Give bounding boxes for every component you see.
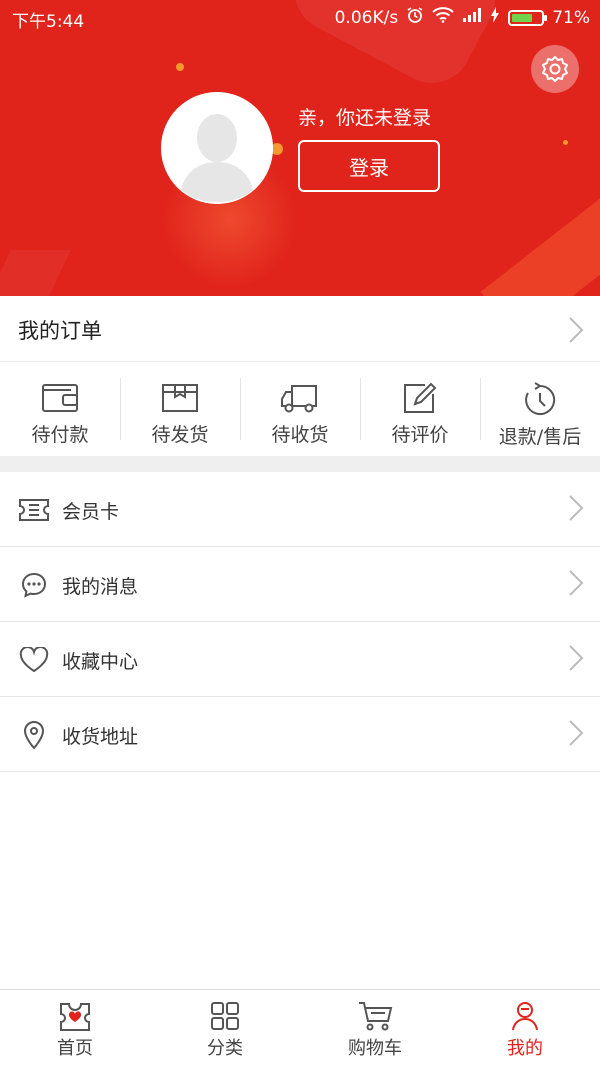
nav-label: 购物车 xyxy=(348,1038,402,1059)
menu-item-label: 收货地址 xyxy=(62,726,139,748)
profile-header: 下午5:44 0.06K/s 71% 亲，你还未登录 登录 xyxy=(0,0,600,296)
network-speed: 0.06K/s xyxy=(334,7,399,28)
home-icon xyxy=(60,1003,90,1031)
decoration-dot xyxy=(176,63,184,71)
order-item-label: 待发货 xyxy=(151,424,209,446)
chevron-right-icon xyxy=(568,494,584,526)
heart-icon xyxy=(18,644,50,676)
order-pending-shipment[interactable]: 待发货 xyxy=(120,362,240,456)
box-icon xyxy=(162,384,198,412)
menu-item-messages[interactable]: 我的消息 xyxy=(0,547,600,622)
chevron-right-icon xyxy=(568,644,584,676)
status-bar: 下午5:44 0.06K/s 71% xyxy=(0,0,600,34)
wallet-icon xyxy=(42,384,78,412)
order-status-bar: 待付款 待发货 待收货 待评价 退款/售后 xyxy=(0,362,600,456)
status-time: 下午5:44 xyxy=(12,12,85,32)
order-pending-receipt[interactable]: 待收货 xyxy=(240,362,360,456)
nav-category[interactable]: 分类 xyxy=(150,990,300,1067)
signal-icon xyxy=(462,7,482,28)
settings-button[interactable] xyxy=(531,45,579,93)
member-card-icon xyxy=(18,494,50,526)
order-item-label: 待付款 xyxy=(31,424,89,446)
nav-home[interactable]: 首页 xyxy=(0,990,150,1067)
nav-label: 分类 xyxy=(207,1038,243,1059)
nav-cart[interactable]: 购物车 xyxy=(300,990,450,1067)
decoration-shape xyxy=(0,250,71,296)
order-pending-review[interactable]: 待评价 xyxy=(360,362,480,456)
chevron-right-icon xyxy=(568,569,584,601)
gear-icon xyxy=(542,56,568,82)
order-item-label: 退款/售后 xyxy=(498,426,582,448)
avatar[interactable] xyxy=(161,92,273,204)
my-orders-row[interactable]: 我的订单 xyxy=(0,296,600,362)
refund-icon xyxy=(525,382,556,415)
truck-icon xyxy=(281,385,317,413)
alarm-icon xyxy=(406,6,424,29)
login-button[interactable]: 登录 xyxy=(298,140,440,192)
order-item-label: 待收货 xyxy=(271,424,329,446)
category-icon xyxy=(211,1002,239,1030)
order-item-label: 待评价 xyxy=(391,424,449,446)
order-pending-payment[interactable]: 待付款 xyxy=(0,362,120,456)
menu-item-label: 会员卡 xyxy=(62,501,120,523)
nav-label: 我的 xyxy=(507,1038,543,1059)
chevron-right-icon xyxy=(568,316,584,348)
cart-icon xyxy=(359,1002,393,1031)
charging-icon xyxy=(490,7,500,28)
login-prompt: 亲，你还未登录 xyxy=(298,107,432,129)
nav-label: 首页 xyxy=(57,1038,93,1059)
battery-icon xyxy=(508,9,548,26)
menu-item-label: 我的消息 xyxy=(62,576,139,598)
edit-icon xyxy=(404,382,437,413)
wifi-icon xyxy=(432,7,454,28)
my-orders-title: 我的订单 xyxy=(18,319,102,343)
bottom-navigation: 首页 分类 购物车 我的 xyxy=(0,989,600,1067)
menu-item-address[interactable]: 收货地址 xyxy=(0,697,600,772)
decoration-dot xyxy=(563,140,568,145)
location-icon xyxy=(18,719,50,751)
menu-item-label: 收藏中心 xyxy=(62,651,139,673)
default-avatar-icon xyxy=(161,92,273,204)
nav-mine[interactable]: 我的 xyxy=(450,990,600,1067)
menu-item-member-card[interactable]: 会员卡 xyxy=(0,472,600,547)
decoration-shape xyxy=(480,180,600,296)
message-icon xyxy=(18,569,50,601)
chevron-right-icon xyxy=(568,719,584,751)
section-divider xyxy=(0,456,600,472)
menu-item-favorites[interactable]: 收藏中心 xyxy=(0,622,600,697)
order-refund-aftersale[interactable]: 退款/售后 xyxy=(480,362,600,456)
user-icon xyxy=(512,1002,538,1031)
battery-percent: 71% xyxy=(552,7,590,28)
